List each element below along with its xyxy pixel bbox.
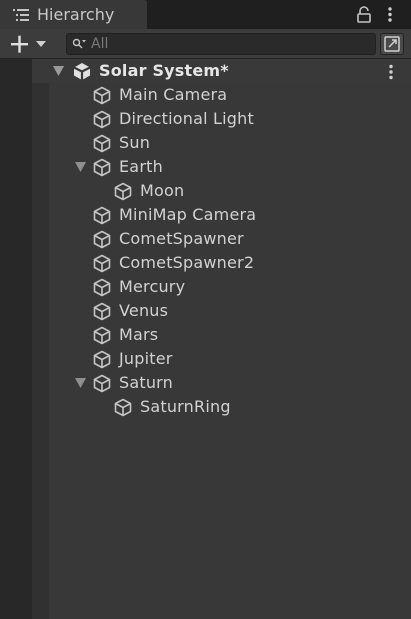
tree-item-label: Venus	[119, 301, 169, 320]
caret-down-icon	[36, 41, 46, 47]
tree-item[interactable]: Saturn	[49, 371, 411, 395]
tab-bar: Hierarchy	[0, 0, 411, 29]
tree-item-label: Main Camera	[119, 85, 228, 104]
hierarchy-list-icon	[13, 9, 29, 21]
tree-item-label: Mercury	[119, 277, 186, 296]
indent-gutter	[32, 59, 49, 619]
gameobject-cube-icon	[93, 86, 111, 105]
hierarchy-toolbar	[0, 29, 411, 59]
lock-icon[interactable]	[356, 6, 372, 23]
gameobject-cube-icon	[93, 302, 111, 321]
tree-item-label: Jupiter	[119, 349, 173, 368]
tree-item[interactable]: Sun	[49, 131, 411, 155]
tab-title: Hierarchy	[37, 5, 115, 24]
tree-item[interactable]: Mars	[49, 323, 411, 347]
gameobject-cube-icon	[93, 206, 111, 225]
left-gutter	[0, 59, 32, 619]
gameobject-cube-icon	[93, 278, 111, 297]
scene-header-row[interactable]: Solar System*	[32, 59, 411, 83]
gameobject-cube-icon	[93, 110, 111, 129]
kebab-menu-icon[interactable]	[385, 6, 395, 23]
tree-item-label: Mars	[119, 325, 159, 344]
tree-item-label: Moon	[140, 181, 185, 200]
tree-item-label: MiniMap Camera	[119, 205, 257, 224]
tree-item[interactable]: Venus	[49, 299, 411, 323]
search-icon	[72, 38, 86, 49]
tree-item[interactable]: Jupiter	[49, 347, 411, 371]
scene-filter-button[interactable]	[380, 33, 404, 55]
tree-item[interactable]: Directional Light	[49, 107, 411, 131]
scene-filter-icon	[384, 36, 400, 52]
tree-item-label: Sun	[119, 133, 151, 152]
tree-item[interactable]: MiniMap Camera	[49, 203, 411, 227]
tree-item-label: Earth	[119, 157, 163, 176]
tree-item[interactable]: Moon	[49, 179, 411, 203]
foldout-expanded-icon[interactable]	[53, 66, 64, 76]
foldout-expanded-icon[interactable]	[75, 162, 86, 172]
tree-item-label: CometSpawner2	[119, 253, 255, 272]
scene-name: Solar System*	[99, 61, 229, 80]
tree-item[interactable]: SaturnRing	[49, 395, 411, 419]
tree-item-label: CometSpawner	[119, 229, 244, 248]
gameobject-cube-icon	[93, 350, 111, 369]
tree-item[interactable]: Mercury	[49, 275, 411, 299]
gameobject-cube-icon	[93, 254, 111, 273]
foldout-expanded-icon[interactable]	[75, 378, 86, 388]
gameobject-cube-icon	[93, 326, 111, 345]
hierarchy-tree: Solar System* Main Camera Directional Lig…	[0, 59, 411, 619]
tree-item[interactable]: Earth	[49, 155, 411, 179]
plus-icon	[11, 35, 28, 53]
tree-item-label: Saturn	[119, 373, 174, 392]
tree-item-label: SaturnRing	[140, 397, 231, 416]
unity-scene-icon	[73, 63, 91, 80]
gameobject-cube-icon	[114, 182, 132, 201]
gameobject-cube-icon	[93, 134, 111, 153]
kebab-menu-icon[interactable]	[386, 64, 396, 80]
gameobject-cube-icon	[93, 230, 111, 249]
tree-item[interactable]: CometSpawner2	[49, 251, 411, 275]
search-box	[66, 33, 376, 55]
tree-item[interactable]: Main Camera	[49, 83, 411, 107]
tab-hierarchy[interactable]: Hierarchy	[0, 0, 147, 29]
gameobject-cube-icon	[93, 158, 111, 177]
gameobject-cube-icon	[114, 398, 132, 417]
gameobject-cube-icon	[93, 374, 111, 393]
search-input[interactable]	[91, 34, 371, 54]
tree-item[interactable]: CometSpawner	[49, 227, 411, 251]
tree-item-label: Directional Light	[119, 109, 254, 128]
add-object-button[interactable]	[8, 34, 50, 54]
